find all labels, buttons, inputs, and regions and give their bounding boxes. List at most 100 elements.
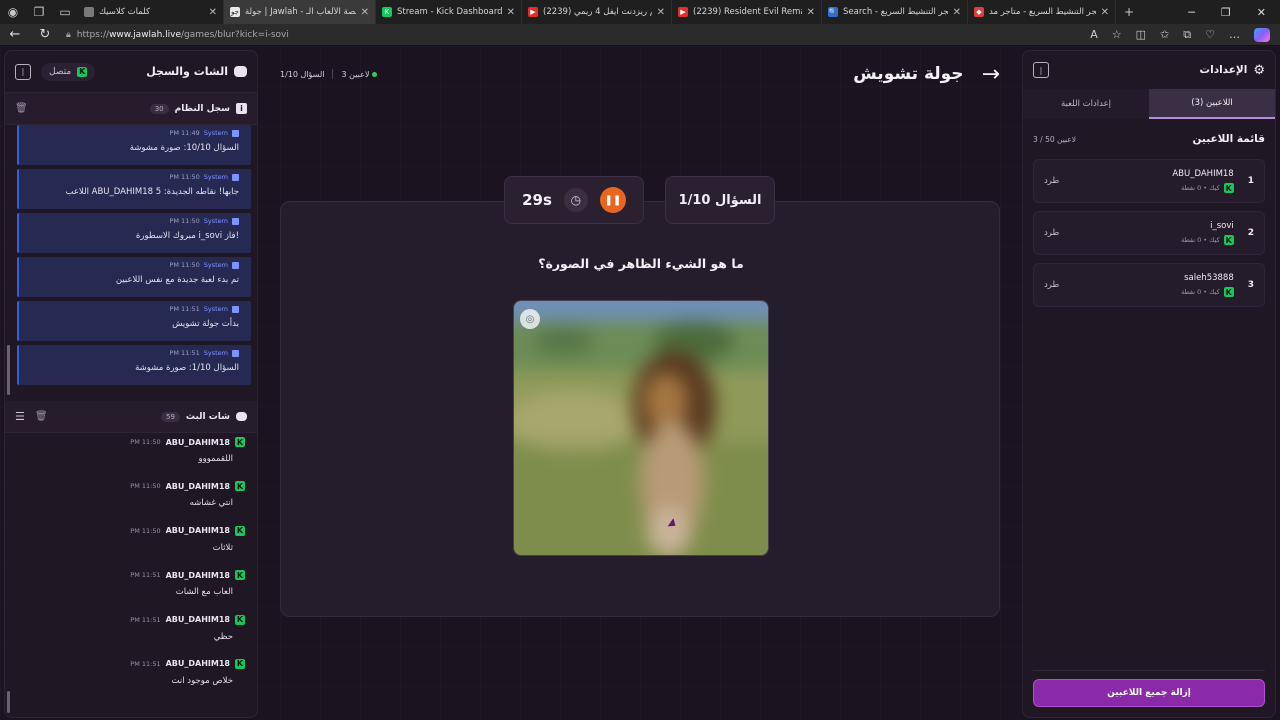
chat-username[interactable]: ABU_DAHIM18 [166, 438, 230, 447]
address-bar: ← ↻ 🔒︎ https://www.jawlah.live/games/blu… [0, 24, 1280, 46]
system-bot-icon [232, 129, 239, 137]
tab-favicon-icon: K [382, 7, 392, 17]
read-aloud-icon[interactable]: A [1090, 28, 1098, 42]
kick-player-button[interactable]: طرد [1044, 280, 1059, 290]
message-sender: System [203, 349, 228, 357]
browser-tab[interactable]: 🔍 Search - متجر التنشيط السريع ✕ [822, 0, 968, 24]
browser-tab[interactable]: كلمات كلاسيك ✕ [78, 0, 224, 24]
pause-button[interactable]: ❚❚ [599, 187, 626, 213]
scrollbar[interactable] [7, 345, 10, 395]
maximize-icon[interactable]: ❐ [1221, 6, 1231, 19]
system-log-list[interactable]: PM 11:49 System السؤال 10/10: صورة مشوشة PM… [5, 125, 257, 401]
back-icon[interactable]: ← [0, 27, 30, 42]
favorites-icon[interactable]: ✩ [1160, 28, 1169, 42]
message-time: PM 11:49 [169, 129, 200, 137]
player-name: saleh53888 [1184, 273, 1234, 283]
align-icon[interactable]: ☰ [15, 410, 25, 423]
refresh-icon[interactable]: ↻ [30, 27, 60, 42]
chat-message: PM 11:50 ABU_DAHIM18 K انتي غشاشه [13, 477, 245, 521]
close-tab-icon[interactable]: ✕ [507, 7, 515, 18]
tab-actions-icon[interactable]: ▭ [52, 0, 78, 24]
chat-username[interactable]: ABU_DAHIM18 [166, 571, 230, 580]
split-screen-icon[interactable]: ◫ [1136, 28, 1146, 42]
favorite-star-icon[interactable]: ☆ [1112, 28, 1122, 42]
close-tab-icon[interactable]: ✕ [953, 7, 961, 18]
close-tab-icon[interactable]: ✕ [361, 7, 369, 18]
close-tab-icon[interactable]: ✕ [209, 7, 217, 18]
close-tab-icon[interactable]: ✕ [807, 7, 815, 18]
more-icon[interactable]: … [1229, 28, 1240, 42]
browser-tab[interactable]: ▶ (2239) تختيم ريزدنت ايفل 4 ريمي ✕ [522, 0, 672, 24]
tab-game-settings[interactable]: إعدادات اللعبة [1023, 89, 1149, 119]
live-chat-count: 59 [161, 411, 180, 422]
workspaces-icon[interactable]: ❐ [26, 0, 52, 24]
system-log-item: PM 11:49 System السؤال 10/10: صورة مشوشة [17, 125, 251, 165]
chat-message: PM 11:51 ABU_DAHIM18 K خلاص موجود انت [13, 655, 245, 699]
tab-players[interactable]: اللاعبين (3) [1149, 89, 1275, 119]
player-row: طرد i_sovi كيك • 0 نقطة K 2 [1033, 211, 1265, 255]
tab-title: كلمات كلاسيك [99, 7, 151, 17]
close-tab-icon[interactable]: ✕ [1101, 7, 1109, 18]
browser-tab[interactable]: ◆ متجر التنشيط السريع - متاجر مد ✕ [968, 0, 1116, 24]
settings-title: الإعدادات [1199, 64, 1248, 76]
close-tab-icon[interactable]: ✕ [657, 7, 665, 18]
live-chat-list[interactable]: PM 11:50 ABU_DAHIM18 K اللقممووو PM 11:50 ABU… [5, 433, 257, 699]
system-bot-icon [232, 349, 239, 357]
live-chat-title: شات البث [185, 411, 230, 422]
chat-username[interactable]: ABU_DAHIM18 [166, 659, 230, 668]
clock-icon: ◷ [563, 188, 588, 212]
collapse-panel-icon[interactable]: | [1033, 62, 1049, 78]
tab-favicon-icon: ▶ [528, 7, 538, 17]
browser-tab[interactable]: جو جولة | Jawlah - منصة الألعاب الـ ✕ [224, 0, 376, 24]
new-tab-icon[interactable]: + [1116, 0, 1142, 24]
settings-panel: | الإعدادات ⚙ إعدادات اللعبة اللاعبين (3… [1022, 50, 1276, 718]
tab-title: (2239) تختيم ريزدنت ايفل 4 ريمي [543, 7, 652, 17]
profile-icon[interactable]: ◉ [0, 0, 26, 24]
message-time: PM 11:51 [130, 659, 161, 668]
chat-username[interactable]: ABU_DAHIM18 [166, 615, 230, 624]
message-time: PM 11:50 [169, 261, 200, 269]
scrollbar[interactable] [7, 691, 10, 713]
message-text: مبروك الاسطورة i_sovi فاز! [135, 231, 239, 241]
players-online: 3 لاعبين [341, 70, 380, 79]
tab-favicon-icon: 🔍 [828, 7, 838, 17]
kick-logo-icon: K [235, 481, 245, 492]
minimize-icon[interactable]: ─ [1188, 6, 1195, 19]
message-sender: System [203, 129, 228, 137]
system-log-item: PM 11:50 System مبروك الاسطورة i_sovi فاز! [17, 213, 251, 253]
message-time: PM 11:50 [130, 482, 161, 491]
collapse-panel-icon[interactable]: | [15, 63, 31, 80]
url-field[interactable]: 🔒︎ https://www.jawlah.live/games/blur?ki… [66, 30, 1090, 40]
kick-player-button[interactable]: طرد [1044, 176, 1059, 186]
question-text: ما هو الشيء الظاهر في الصورة؟ [538, 256, 744, 271]
kick-player-button[interactable]: طرد [1044, 228, 1059, 238]
chat-username[interactable]: ABU_DAHIM18 [166, 526, 230, 535]
remove-all-players-button[interactable]: إزالة جميع اللاعبين [1033, 679, 1265, 707]
trash-icon[interactable]: 🗑︎ [15, 103, 28, 114]
player-name: i_sovi [1210, 221, 1234, 231]
tab-title: Stream - Kick Dashboard [397, 7, 502, 17]
player-meta: كيك • 0 نقطة [1181, 236, 1220, 244]
blurred-lion-image [514, 301, 768, 555]
copilot-icon[interactable] [1254, 27, 1270, 42]
close-window-icon[interactable]: ✕ [1257, 6, 1266, 19]
chat-bubble-icon [234, 66, 247, 77]
browser-tab[interactable]: K Stream - Kick Dashboard ✕ [376, 0, 522, 24]
kick-logo-icon: K [235, 570, 245, 581]
player-rank: 2 [1247, 228, 1254, 238]
trash-icon[interactable]: 🗑︎ [35, 411, 48, 422]
message-time: PM 11:50 [130, 526, 161, 535]
heart-icon[interactable]: ♡ [1205, 28, 1215, 42]
chat-username[interactable]: ABU_DAHIM18 [166, 482, 230, 491]
browser-tabbar: ◉ ❐ ▭ كلمات كلاسيك ✕ جو جولة | Jawlah - منص… [0, 0, 1280, 24]
kick-logo-icon: K [1223, 183, 1234, 193]
back-arrow-icon[interactable]: → [982, 62, 1000, 87]
collections-icon[interactable]: ⧉ [1183, 28, 1191, 42]
message-text: السؤال 1/10: صورة مشوشة [135, 363, 239, 373]
tab-favicon-icon: ▶ [678, 7, 688, 17]
message-time: PM 11:51 [169, 305, 200, 313]
focus-zoom-icon[interactable]: ◎ [520, 309, 540, 329]
player-list-title: قائمة اللاعبين [1192, 133, 1265, 145]
page: | متصل K الشات والسجل 🗑︎ 30 سجل النظام i… [0, 46, 1280, 720]
browser-tab[interactable]: ▶ (2239) Resident Evil Remastere ✕ [672, 0, 822, 24]
